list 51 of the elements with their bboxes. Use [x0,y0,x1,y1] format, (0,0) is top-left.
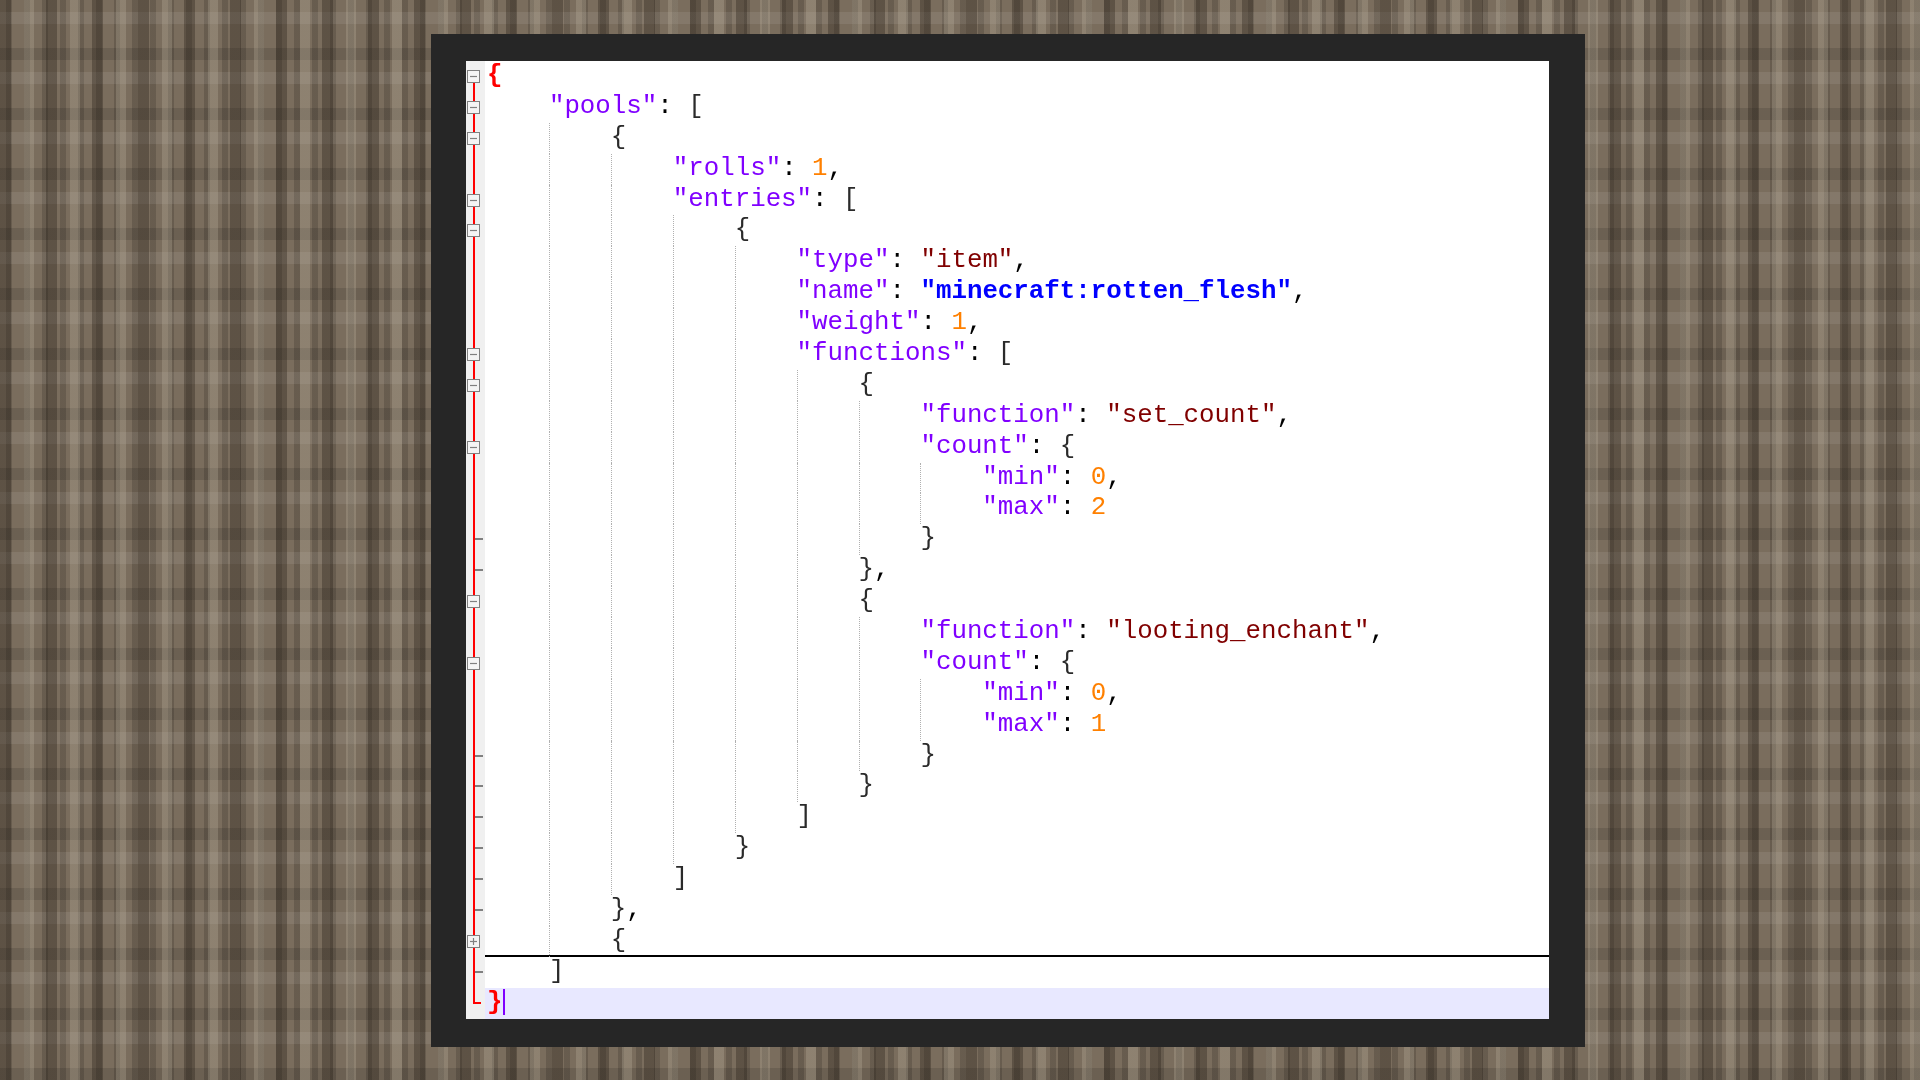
code-line: } [920,740,936,772]
code-line: "function": "looting_enchant", [920,617,1385,648]
fold-end-mark [475,847,483,850]
code-line: "count": { [920,647,1076,679]
code-line: "entries": [ [672,184,859,216]
code-line: "max": 1 [982,709,1107,741]
code-line: { [734,215,751,247]
code-line: }, [610,895,642,926]
fold-end-mark [475,970,483,973]
code-line: ] [672,864,689,896]
fold-collapse-icon[interactable] [467,656,480,670]
code-line: ] [548,956,565,988]
code-line: "min": 0, [982,678,1122,710]
fold-collapse-icon[interactable] [467,348,480,361]
fold-collapse-icon[interactable] [467,378,480,392]
fold-end-mark [475,816,483,819]
code-line: { [487,61,503,92]
fold-expand-icon[interactable] [467,934,480,948]
fold-end-mark [475,754,483,757]
fold-end-mark [475,785,483,788]
code-line: "type": "item", [796,246,1029,278]
fold-collapse-icon[interactable] [467,440,480,454]
code-line: "rolls": 1, [672,153,844,185]
code-line: "name": "minecraft:rotten_flesh", [796,277,1308,309]
code-line: "min": 0, [982,462,1122,494]
code-line: "weight": 1, [796,308,983,340]
fold-end-mark [475,878,483,881]
code-line: "max": 2 [982,493,1107,525]
code-line: { [858,586,874,618]
code-line: }, [858,555,890,587]
code-line: "function": "set_count", [920,400,1292,432]
fold-end-mark [475,538,483,541]
code-line: { [858,369,874,401]
code-line: "pools": [ [548,91,704,123]
code-line: { [610,122,627,154]
code-line: } [734,833,751,865]
code-line: } [487,987,503,1019]
code-line: { [610,925,627,957]
fold-collapse-icon[interactable] [467,193,480,207]
code-line: "count": { [920,431,1076,463]
fold-end-mark [475,569,483,572]
fold-collapse-icon[interactable] [467,100,480,114]
fold-collapse-icon[interactable] [467,70,480,83]
code-line: } [858,771,874,803]
fold-end-mark [475,909,483,912]
fold-collapse-icon[interactable] [467,224,480,238]
fold-collapse-icon[interactable] [467,131,480,145]
code-line: "functions": [ [796,339,1014,370]
code-line: } [920,524,936,556]
code-line: ] [796,802,813,834]
fold-collapse-icon[interactable] [467,595,480,609]
